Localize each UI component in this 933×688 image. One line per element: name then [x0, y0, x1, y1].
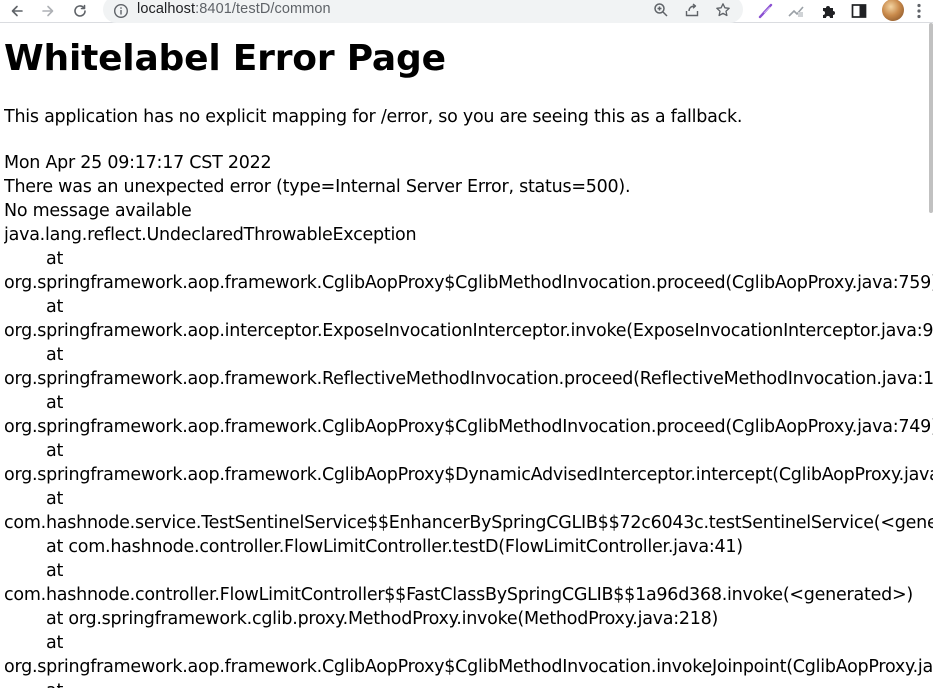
feather-extension-icon[interactable] [757, 2, 775, 20]
stack-trace-line: at [46, 249, 64, 269]
error-message: No message available [4, 201, 192, 221]
exception-name: java.lang.reflect.UndeclaredThrowableExc… [4, 225, 417, 245]
bookmark-star-icon[interactable] [715, 2, 731, 18]
url-path: :8401/testD/common [195, 1, 331, 17]
stack-trace-line: at [46, 561, 64, 581]
stack-trace-line: org.springframework.aop.framework.CglibA… [4, 657, 933, 677]
reload-button[interactable] [70, 1, 90, 21]
zoom-icon[interactable] [653, 2, 669, 18]
stack-trace-line: at [4, 679, 933, 688]
address-bar[interactable]: localhost:8401/testD/common [103, 0, 743, 23]
puzzle-extensions-icon[interactable] [819, 2, 837, 20]
menu-icon[interactable] [912, 2, 926, 20]
error-timestamp: Mon Apr 25 09:17:17 CST 2022 [4, 153, 272, 173]
chart-extension-icon[interactable] [787, 2, 805, 20]
fallback-message: This application has no explicit mapping… [4, 107, 743, 127]
share-icon[interactable] [684, 2, 700, 18]
stack-trace-line: org.springframework.aop.framework.CglibA… [4, 465, 933, 485]
page-title: Whitelabel Error Page [4, 38, 446, 79]
error-details: Mon Apr 25 09:17:17 CST 2022 There was a… [4, 151, 933, 688]
back-icon [11, 5, 23, 17]
site-info-icon[interactable] [113, 3, 129, 19]
stack-trace-line: org.springframework.aop.framework.CglibA… [4, 273, 933, 293]
stack-trace-line: at [46, 297, 64, 317]
stack-trace-line: at [46, 345, 64, 365]
reload-icon [74, 4, 86, 17]
stack-trace-line: org.springframework.aop.interceptor.Expo… [4, 321, 933, 341]
stack-trace-line: at [46, 633, 64, 653]
back-button[interactable] [7, 1, 27, 21]
page-scrollbar[interactable] [929, 23, 933, 213]
profile-avatar[interactable] [882, 0, 904, 21]
side-panel-icon[interactable] [850, 2, 868, 20]
stack-trace-line: org.springframework.aop.framework.CglibA… [4, 417, 933, 437]
stack-trace-line: com.hashnode.controller.FlowLimitControl… [4, 585, 913, 605]
stack-trace-line: at [46, 393, 64, 413]
stack-trace-line: at [46, 441, 64, 461]
page-content: Whitelabel Error Page This application h… [4, 22, 933, 688]
stack-trace-line: com.hashnode.service.TestSentinelService… [4, 513, 933, 533]
browser-toolbar: localhost:8401/testD/common [0, 0, 933, 23]
forward-icon [42, 5, 54, 17]
error-type-line: There was an unexpected error (type=Inte… [4, 177, 631, 197]
stack-trace-line: org.springframework.aop.framework.Reflec… [4, 369, 933, 389]
stack-trace: at org.springframework.aop.framework.Cgl… [4, 247, 933, 688]
url-host: localhost [137, 1, 196, 17]
stack-trace-line: at [46, 489, 64, 509]
stack-trace-line: at org.springframework.cglib.proxy.Metho… [46, 609, 719, 629]
url-text[interactable]: localhost:8401/testD/common [137, 1, 331, 17]
stack-trace-line: at com.hashnode.controller.FlowLimitCont… [46, 537, 743, 557]
forward-button[interactable] [38, 1, 58, 21]
